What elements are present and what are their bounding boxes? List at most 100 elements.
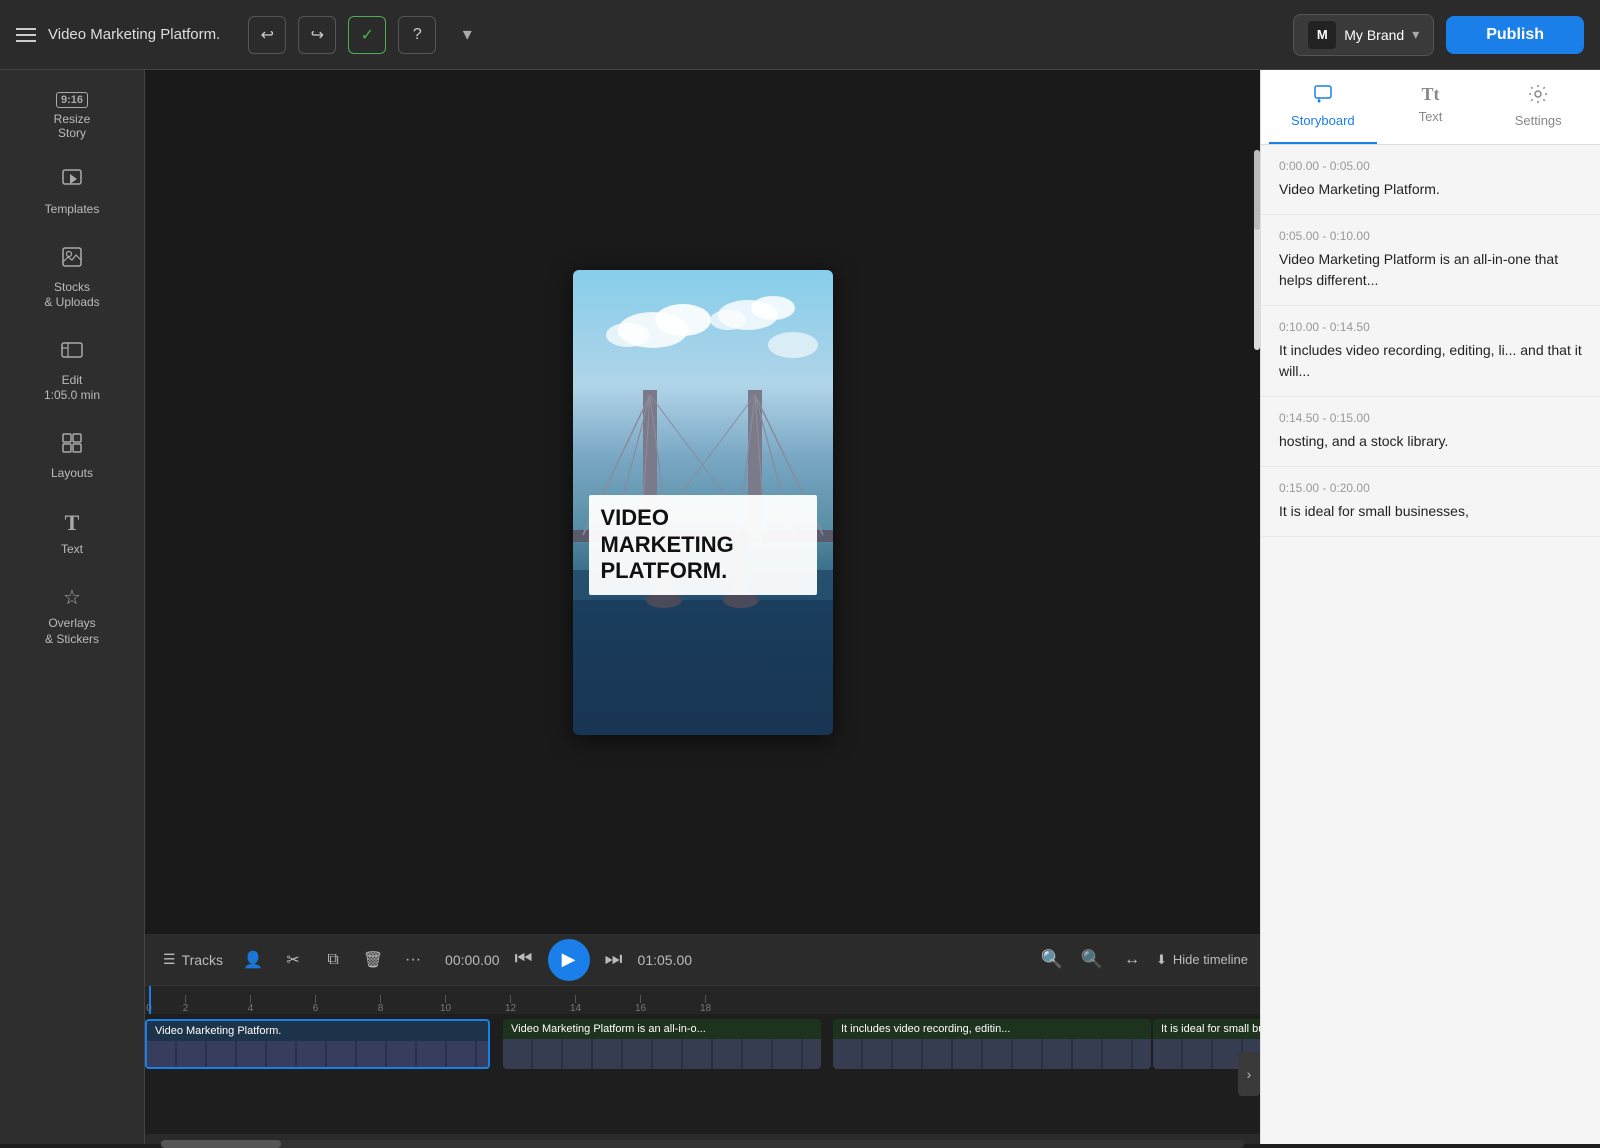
tab-text[interactable]: Tt Text [1377, 70, 1485, 144]
storyboard-text-2: Video Marketing Platform is an all-in-on… [1279, 249, 1582, 291]
sidebar-item-text[interactable]: T Text [0, 496, 144, 572]
sidebar-item-layouts[interactable]: Layouts [0, 418, 144, 496]
timeline-scrollbar-container [145, 1134, 1260, 1144]
video-preview[interactable]: VIDEO MARKETING PLATFORM. [573, 270, 833, 735]
skip-forward-button[interactable]: ⏭ [598, 944, 630, 976]
clip-3[interactable]: It includes video recording, editin... [833, 1019, 1151, 1069]
skip-back-button[interactable]: ⏮ [508, 944, 540, 976]
current-time: 00:00.00 [445, 952, 500, 968]
storyboard-item-2[interactable]: 0:05.00 - 0:10.00 Video Marketing Platfo… [1261, 215, 1600, 306]
brand-chevron: ▾ [1412, 26, 1419, 43]
storyboard-text-1: Video Marketing Platform. [1279, 179, 1582, 200]
clip-4-label: It is ideal for small businesses, ma... [1153, 1019, 1260, 1039]
dropdown-button[interactable]: ▾ [448, 16, 486, 54]
tracks-icon: ☰ [163, 951, 176, 968]
fit-button[interactable]: ↔ [1116, 944, 1148, 976]
storyboard-item-1[interactable]: 0:00.00 - 0:05.00 Video Marketing Platfo… [1261, 145, 1600, 215]
storyboard-list[interactable]: 0:00.00 - 0:05.00 Video Marketing Platfo… [1261, 145, 1600, 1144]
help-button[interactable]: ? [398, 16, 436, 54]
overlays-icon: ☆ [63, 585, 81, 610]
tracks-label: Tracks [182, 952, 223, 968]
clip-1[interactable]: Video Marketing Platform. [145, 1019, 490, 1069]
ruler-mark-16: 16 [608, 995, 673, 1014]
canvas-wrapper: VIDEO MARKETING PLATFORM. [145, 70, 1260, 934]
right-panel: Storyboard Tt Text Settings 0:00.00 - 0:… [1260, 70, 1600, 1144]
hide-icon: ⬇ [1156, 952, 1167, 968]
timeline-scrollbar[interactable] [161, 1140, 1244, 1148]
settings-tab-label: Settings [1515, 113, 1562, 128]
overlay-line1: VIDEO [601, 505, 805, 531]
playhead [149, 986, 151, 1014]
storyboard-time-1: 0:00.00 - 0:05.00 [1279, 159, 1582, 173]
ruler-mark-12: 12 [478, 995, 543, 1014]
sidebar-item-resize[interactable]: 9:16 ResizeStory [0, 78, 144, 154]
panel-tabs: Storyboard Tt Text Settings [1261, 70, 1600, 145]
main-content: 9:16 ResizeStory Templates Stocks& Uploa… [0, 70, 1600, 1144]
layouts-icon [61, 432, 83, 460]
text-tab-icon: Tt [1422, 84, 1440, 105]
storyboard-time-4: 0:14.50 - 0:15.00 [1279, 411, 1582, 425]
timeline-toolbar: ☰ Tracks 👤 ✂ ⧉ 🗑 ··· 00:00.00 ⏮ ▶ ⏭ 01:0… [145, 934, 1260, 986]
tab-settings[interactable]: Settings [1484, 70, 1592, 144]
storyboard-time-3: 0:10.00 - 0:14.50 [1279, 320, 1582, 334]
text-label: Text [61, 542, 83, 558]
header: Video Marketing Platform. ↩ ↪ ✓ ? ▾ M My… [0, 0, 1600, 70]
resize-label: ResizeStory [54, 112, 91, 140]
settings-tab-icon [1528, 84, 1548, 109]
ruler-mark-4: 4 [218, 995, 283, 1014]
scroll-right-button[interactable]: › [1238, 1052, 1260, 1096]
menu-icon[interactable] [16, 28, 36, 42]
storyboard-item-3[interactable]: 0:10.00 - 0:14.50 It includes video reco… [1261, 306, 1600, 397]
avatar-track-button[interactable]: 👤 [237, 944, 269, 976]
storyboard-item-5[interactable]: 0:15.00 - 0:20.00 It is ideal for small … [1261, 467, 1600, 537]
storyboard-text-4: hosting, and a stock library. [1279, 431, 1582, 452]
clip-3-filmstrip [833, 1039, 1151, 1069]
zoom-in-button[interactable]: 🔍 [1036, 944, 1068, 976]
clip-1-label: Video Marketing Platform. [147, 1021, 488, 1041]
storyboard-tab-label: Storyboard [1291, 113, 1355, 128]
panel-scrollbar-thumb[interactable] [1254, 150, 1260, 230]
delete-button[interactable]: 🗑 [357, 944, 389, 976]
brand-avatar: M [1308, 21, 1336, 49]
sidebar-item-templates[interactable]: Templates [0, 154, 144, 232]
sidebar-item-overlays[interactable]: ☆ Overlays& Stickers [0, 571, 144, 661]
zoom-out-button[interactable]: 🔍 [1076, 944, 1108, 976]
hide-timeline-button[interactable]: ⬇ Hide timeline [1156, 952, 1248, 968]
scrollbar-thumb[interactable] [161, 1140, 281, 1148]
ruler-mark-14: 14 [543, 995, 608, 1014]
overlay-line2: MARKETING [601, 532, 805, 558]
timeline-tracks[interactable]: Video Marketing Platform. Video Marketin… [145, 1014, 1260, 1134]
storyboard-text-3: It includes video recording, editing, li… [1279, 340, 1582, 382]
timeline-section: ☰ Tracks 👤 ✂ ⧉ 🗑 ··· 00:00.00 ⏮ ▶ ⏭ 01:0… [145, 934, 1260, 1144]
sidebar-item-stocks[interactable]: Stocks& Uploads [0, 232, 144, 325]
edit-icon [61, 339, 83, 367]
more-button[interactable]: ··· [397, 944, 429, 976]
sidebar-item-edit[interactable]: Edit1:05.0 min [0, 325, 144, 418]
brand-selector[interactable]: M My Brand ▾ [1293, 14, 1434, 56]
storyboard-tab-icon [1313, 84, 1333, 109]
clip-2[interactable]: Video Marketing Platform is an all-in-o.… [503, 1019, 821, 1069]
sidebar: 9:16 ResizeStory Templates Stocks& Uploa… [0, 70, 145, 1144]
storyboard-text-5: It is ideal for small businesses, [1279, 501, 1582, 522]
storyboard-item-4[interactable]: 0:14.50 - 0:15.00 hosting, and a stock l… [1261, 397, 1600, 467]
clip-3-label: It includes video recording, editin... [833, 1019, 1151, 1039]
copy-button[interactable]: ⧉ [317, 944, 349, 976]
clip-1-filmstrip [147, 1041, 488, 1067]
video-text-overlay: VIDEO MARKETING PLATFORM. [589, 495, 817, 594]
undo-button[interactable]: ↩ [248, 16, 286, 54]
cut-button[interactable]: ✂ [277, 944, 309, 976]
text-tab-label: Text [1419, 109, 1443, 124]
clip-2-label: Video Marketing Platform is an all-in-o.… [503, 1019, 821, 1039]
text-icon: T [65, 510, 80, 536]
hide-label: Hide timeline [1173, 952, 1248, 967]
check-button[interactable]: ✓ [348, 16, 386, 54]
play-button[interactable]: ▶ [548, 939, 590, 981]
ruler-mark-6: 6 [283, 995, 348, 1014]
ruler-mark-10: 10 [413, 995, 478, 1014]
publish-button[interactable]: Publish [1446, 16, 1584, 54]
panel-scrollbar-track [1254, 150, 1260, 350]
redo-button[interactable]: ↪ [298, 16, 336, 54]
tracks-button[interactable]: ☰ Tracks [157, 944, 229, 976]
tab-storyboard[interactable]: Storyboard [1269, 70, 1377, 144]
timeline-ruler: 0 2 4 6 8 10 12 14 16 18 [145, 986, 1260, 1014]
